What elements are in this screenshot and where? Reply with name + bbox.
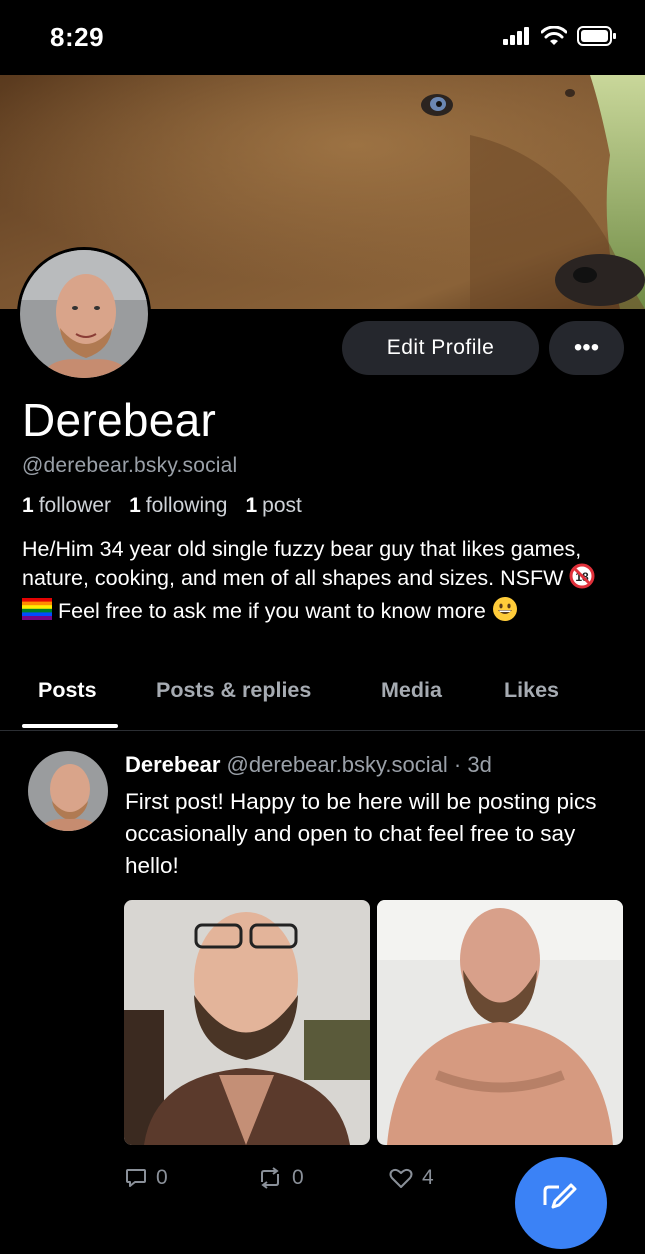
tab-media[interactable]: Media	[381, 678, 442, 703]
like-action[interactable]: 4	[388, 1163, 434, 1193]
post-header: Derebear @derebear.bsky.social · 3d	[125, 752, 492, 778]
post-photo-2	[377, 900, 623, 1145]
profile-bio: He/Him 34 year old single fuzzy bear guy…	[22, 535, 622, 629]
heart-icon	[389, 1168, 413, 1188]
reply-action[interactable]: 0	[124, 1163, 168, 1193]
post-author-name[interactable]: Derebear	[125, 752, 220, 777]
repost-action[interactable]: 0	[256, 1163, 304, 1193]
profile-handle: @derebear.bsky.social	[22, 454, 238, 477]
grinning-face-icon	[492, 596, 518, 629]
repost-icon	[261, 1167, 279, 1189]
post-photo-1	[124, 900, 370, 1145]
post-text[interactable]: First post! Happy to be here will be pos…	[125, 786, 625, 882]
like-count: 4	[422, 1166, 434, 1189]
post-avatar-photo	[28, 751, 108, 831]
post-author-handle[interactable]: @derebear.bsky.social	[227, 752, 448, 777]
post-author-avatar[interactable]	[28, 751, 108, 831]
profile-avatar[interactable]	[17, 247, 151, 381]
profile-tabs: Posts Posts & replies Media Likes	[0, 668, 645, 731]
cellular-signal-icon	[503, 27, 529, 45]
compose-pencil-icon	[543, 1183, 577, 1209]
post-image-2[interactable]	[377, 900, 623, 1145]
reply-icon	[126, 1169, 146, 1187]
tab-posts-and-replies[interactable]: Posts & replies	[156, 678, 311, 703]
avatar-photo	[20, 250, 148, 378]
post-timestamp: · 3d	[453, 752, 492, 777]
status-bar: 8:29	[0, 0, 645, 75]
reply-count: 0	[156, 1166, 168, 1189]
rainbow-flag-icon	[22, 598, 52, 627]
more-dots-icon: •••	[573, 334, 600, 361]
bio-text-part2: Feel free to ask me if you want to know …	[57, 599, 486, 624]
active-tab-indicator	[22, 724, 118, 728]
edit-profile-button[interactable]: Edit Profile	[342, 321, 539, 375]
tab-posts[interactable]: Posts	[38, 678, 97, 703]
compose-post-button[interactable]	[515, 1157, 607, 1249]
status-time: 8:29	[50, 22, 105, 52]
following-stat[interactable]: 1 following	[129, 494, 227, 518]
bio-text-part1: He/Him 34 year old single fuzzy bear guy…	[22, 537, 582, 591]
profile-stats: 1 follower 1 following 1 post	[22, 494, 302, 518]
tab-likes[interactable]: Likes	[504, 678, 559, 703]
no-under-18-icon: 18	[569, 563, 595, 596]
repost-count: 0	[292, 1166, 304, 1189]
more-options-button[interactable]: •••	[549, 321, 624, 375]
post-image-1[interactable]	[124, 900, 370, 1145]
battery-icon	[577, 26, 616, 46]
profile-display-name: Derebear	[22, 394, 217, 446]
posts-stat: 1 post	[245, 494, 302, 517]
wifi-icon	[541, 26, 567, 45]
followers-stat[interactable]: 1 follower	[22, 494, 111, 518]
system-icons	[503, 26, 617, 46]
